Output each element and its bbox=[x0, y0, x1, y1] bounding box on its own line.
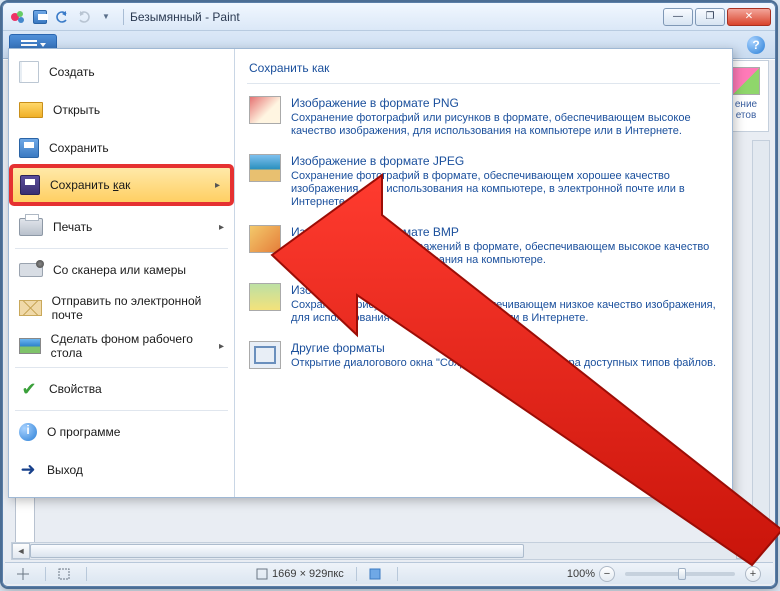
status-zoom: 100% − + bbox=[561, 566, 767, 582]
status-dimensions: 1669 × 929пкс bbox=[250, 568, 350, 580]
save-as-submenu: Сохранить как Изображение в формате PNG … bbox=[235, 49, 732, 497]
new-file-icon bbox=[19, 61, 39, 83]
option-desc: Сохранение фотографий или рисунков в фор… bbox=[291, 112, 718, 138]
maximize-button[interactable]: ❐ bbox=[695, 8, 725, 26]
zoom-out-button[interactable]: − bbox=[599, 566, 615, 582]
edit-colors-icon bbox=[732, 67, 760, 95]
exit-icon: ➜ bbox=[19, 461, 37, 479]
qat-save-icon[interactable] bbox=[31, 8, 49, 26]
scroll-right-button[interactable]: ► bbox=[736, 543, 754, 559]
menu-item-label: Свойства bbox=[49, 382, 102, 396]
zoom-slider-knob[interactable] bbox=[678, 568, 686, 580]
menu-item-label: Открыть bbox=[53, 103, 100, 117]
menu-item-label: О программе bbox=[47, 425, 120, 439]
zoom-value: 100% bbox=[567, 568, 595, 580]
menu-item-set-desktop[interactable]: Сделать фоном рабочего стола ▸ bbox=[9, 327, 234, 365]
status-selection bbox=[52, 568, 80, 580]
bmp-thumb-icon bbox=[249, 225, 281, 253]
file-menu-list: Создать Открыть Сохранить Сохранить как … bbox=[9, 49, 235, 497]
menu-item-label: Отправить по электронной почте bbox=[52, 294, 224, 322]
horizontal-scrollbar[interactable]: ◄ ► bbox=[11, 542, 755, 560]
desktop-bg-icon bbox=[19, 338, 41, 354]
option-title: Другие форматы bbox=[291, 341, 716, 355]
menu-item-label: Выход bbox=[47, 463, 83, 477]
save-as-jpeg[interactable]: Изображение в формате JPEG Сохранение фо… bbox=[247, 148, 720, 219]
png-thumb-icon bbox=[249, 96, 281, 124]
save-as-other[interactable]: Другие форматы Открытие диалогового окна… bbox=[247, 335, 720, 380]
save-icon bbox=[19, 138, 39, 158]
scroll-left-button[interactable]: ◄ bbox=[12, 543, 30, 559]
ribbon-group-label: ение етов bbox=[735, 99, 757, 121]
menu-item-about[interactable]: О программе bbox=[9, 413, 234, 451]
menu-item-open[interactable]: Открыть bbox=[9, 91, 234, 129]
qat-undo-icon[interactable] bbox=[53, 8, 71, 26]
titlebar: ▼ Безымянный - Paint — ❐ ✕ bbox=[3, 3, 775, 31]
vertical-scrollbar[interactable] bbox=[752, 140, 770, 540]
open-folder-icon bbox=[19, 102, 43, 118]
save-as-icon bbox=[20, 175, 40, 195]
menu-item-new[interactable]: Создать bbox=[9, 53, 234, 91]
option-title: Изображение в формате JPEG bbox=[291, 154, 718, 168]
menu-item-send-mail[interactable]: Отправить по электронной почте bbox=[9, 289, 234, 327]
qat-redo-icon[interactable] bbox=[75, 8, 93, 26]
menu-item-label: Сохранить bbox=[49, 141, 109, 155]
submenu-arrow-icon: ▸ bbox=[215, 180, 220, 191]
jpeg-thumb-icon bbox=[249, 154, 281, 182]
menu-item-label: Сделать фоном рабочего стола bbox=[51, 332, 209, 360]
submenu-title: Сохранить как bbox=[247, 57, 720, 84]
save-as-png[interactable]: Изображение в формате PNG Сохранение фот… bbox=[247, 90, 720, 148]
scroll-track[interactable] bbox=[30, 543, 736, 559]
help-icon[interactable]: ? bbox=[747, 36, 765, 54]
option-title: Изображение в формате BMP bbox=[291, 225, 718, 239]
option-desc: Сохранение любых изображений в формате, … bbox=[291, 241, 718, 267]
menu-item-save[interactable]: Сохранить bbox=[9, 129, 234, 167]
statusbar: 1669 × 929пкс 100% − + bbox=[5, 562, 773, 584]
zoom-slider[interactable] bbox=[625, 572, 735, 576]
menu-item-print[interactable]: Печать ▸ bbox=[9, 208, 234, 246]
menu-item-save-as[interactable]: Сохранить как ▸ bbox=[12, 167, 231, 203]
minimize-button[interactable]: — bbox=[663, 8, 693, 26]
menu-item-label: Печать bbox=[53, 220, 92, 234]
qat-customize-caret[interactable]: ▼ bbox=[97, 8, 115, 26]
print-icon bbox=[19, 218, 43, 236]
option-title: Изображение в формате GIF bbox=[291, 283, 718, 297]
menu-item-exit[interactable]: ➜ Выход bbox=[9, 451, 234, 489]
quick-access-toolbar: ▼ bbox=[9, 8, 115, 26]
save-as-bmp[interactable]: Изображение в формате BMP Сохранение люб… bbox=[247, 219, 720, 277]
option-title: Изображение в формате PNG bbox=[291, 96, 718, 110]
check-icon: ✔ bbox=[19, 379, 39, 399]
option-desc: Сохранение фотографий в формате, обеспеч… bbox=[291, 170, 718, 209]
window-controls: — ❐ ✕ bbox=[663, 8, 771, 26]
option-desc: Открытие диалогового окна "Сохранить как… bbox=[291, 357, 716, 370]
disk-icon bbox=[369, 568, 381, 580]
close-button[interactable]: ✕ bbox=[727, 8, 771, 26]
app-icon[interactable] bbox=[9, 8, 27, 26]
menu-item-label: Со сканера или камеры bbox=[53, 263, 186, 277]
dimensions-icon bbox=[256, 568, 268, 580]
submenu-arrow-icon: ▸ bbox=[219, 341, 224, 352]
menu-item-label: Сохранить как bbox=[50, 178, 130, 192]
status-filesize bbox=[363, 568, 391, 580]
scanner-icon bbox=[19, 263, 43, 277]
selection-icon bbox=[58, 568, 70, 580]
crosshair-icon bbox=[17, 568, 29, 580]
status-pointer bbox=[11, 568, 39, 580]
menu-item-scanner[interactable]: Со сканера или камеры bbox=[9, 251, 234, 289]
mail-icon bbox=[19, 300, 42, 316]
save-as-gif[interactable]: Изображение в формате GIF Сохранение рис… bbox=[247, 277, 720, 335]
submenu-arrow-icon: ▸ bbox=[219, 222, 224, 233]
window-title: Безымянный - Paint bbox=[126, 10, 663, 24]
menu-item-label: Создать bbox=[49, 65, 95, 79]
gif-thumb-icon bbox=[249, 283, 281, 311]
option-desc: Сохранение рисунков в формате, обеспечив… bbox=[291, 299, 718, 325]
info-icon bbox=[19, 423, 37, 441]
menu-item-properties[interactable]: ✔ Свойства bbox=[9, 370, 234, 408]
other-format-icon bbox=[249, 341, 281, 369]
scroll-thumb[interactable] bbox=[30, 544, 524, 558]
file-menu-panel: Создать Открыть Сохранить Сохранить как … bbox=[8, 48, 733, 498]
zoom-in-button[interactable]: + bbox=[745, 566, 761, 582]
